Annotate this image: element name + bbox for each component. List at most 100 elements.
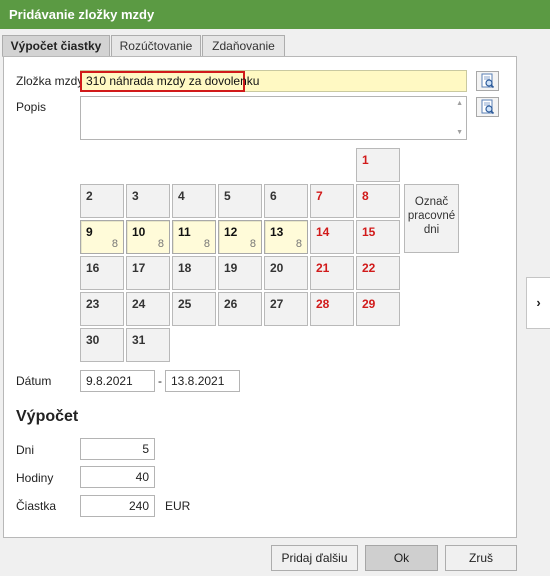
calendar-day-number: 28	[316, 297, 330, 311]
tab-vypocet-ciastky[interactable]: Výpočet čiastky	[2, 35, 110, 57]
calendar-day[interactable]: 15	[356, 220, 400, 254]
calendar-day-number: 31	[132, 333, 146, 347]
calendar-day[interactable]: 24	[126, 292, 170, 326]
calendar-day-number: 16	[86, 261, 100, 275]
calendar-day[interactable]: 2	[80, 184, 124, 218]
calendar-day-number: 2	[86, 189, 93, 203]
mark-workdays-button[interactable]: Označ pracovné dni	[404, 184, 459, 253]
calendar-day-number: 5	[224, 189, 231, 203]
ciastka-label: Čiastka	[16, 499, 57, 513]
date-separator: -	[158, 374, 162, 388]
calendar-day-number: 11	[178, 225, 191, 239]
calendar-day-hours: 8	[203, 238, 210, 250]
calendar-day[interactable]: 7	[310, 184, 354, 218]
calendar-day-number: 17	[132, 261, 146, 275]
hodiny-label: Hodiny	[16, 471, 54, 485]
calendar-day[interactable]: 12 8	[218, 220, 262, 254]
tab-rozuctovanie[interactable]: Rozúčtovanie	[111, 35, 201, 57]
calendar-day[interactable]: 14	[310, 220, 354, 254]
calendar-day[interactable]: 5	[218, 184, 262, 218]
calendar-day-number: 14	[316, 225, 330, 239]
popis-label: Popis	[16, 100, 47, 114]
popis-lookup-button[interactable]	[476, 97, 499, 117]
calendar-day[interactable]: 19	[218, 256, 262, 290]
calendar-day[interactable]: 18	[172, 256, 216, 290]
vypocet-heading: Výpočet	[16, 408, 79, 425]
calendar-day[interactable]: 16	[80, 256, 124, 290]
dni-field[interactable]: 5	[80, 438, 155, 460]
calendar-day[interactable]: 1	[356, 148, 400, 182]
mark-workdays-line1: Označ	[414, 196, 449, 208]
calendar-day-number: 9	[86, 225, 93, 239]
calendar-day-number: 23	[86, 297, 100, 311]
calendar-day[interactable]: 13 8	[264, 220, 308, 254]
date-to-field[interactable]: 13.8.2021	[165, 370, 240, 392]
calendar-day[interactable]: 26	[218, 292, 262, 326]
scroll-up-icon[interactable]: ▲	[456, 100, 463, 107]
calendar-day-number: 6	[270, 189, 277, 203]
calendar-day[interactable]: 98	[80, 220, 124, 254]
zlozka-lookup-button[interactable]	[476, 71, 499, 91]
calendar-day-number: 1	[362, 153, 369, 167]
calendar-day-number: 22	[362, 261, 376, 275]
expand-side-button[interactable]: ›	[526, 277, 550, 329]
calendar-day-number: 15	[362, 225, 376, 239]
calendar-day[interactable]: 31	[126, 328, 170, 362]
calendar-day-hours: 8	[249, 238, 256, 250]
search-document-icon	[481, 99, 495, 115]
chevron-right-icon: ›	[536, 295, 541, 310]
ciastka-field[interactable]: 240	[80, 495, 155, 517]
calendar-day[interactable]: 4	[172, 184, 216, 218]
calendar-day[interactable]: 11 8	[172, 220, 216, 254]
zlozka-label: Zložka mzdy	[16, 74, 84, 88]
calendar-day-number: 21	[316, 261, 330, 275]
window-title: Pridávanie zložky mzdy	[0, 0, 550, 29]
calendar-day[interactable]: 8	[356, 184, 400, 218]
calendar-day[interactable]: 17	[126, 256, 170, 290]
calendar-day[interactable]: 28	[310, 292, 354, 326]
calendar-day-number: 24	[132, 297, 146, 311]
calendar-day-number: 3	[132, 189, 139, 203]
calendar-day[interactable]: 6	[264, 184, 308, 218]
calendar-day-number: 18	[178, 261, 192, 275]
calendar-day-number: 4	[178, 189, 185, 203]
mark-workdays-line3: dni	[423, 224, 440, 236]
calendar-day-number: 8	[362, 189, 369, 203]
hodiny-field[interactable]: 40	[80, 466, 155, 488]
popis-textarea[interactable]: ▲ ▼	[80, 96, 467, 140]
calendar-day[interactable]: 3	[126, 184, 170, 218]
ok-button[interactable]: Ok	[365, 545, 438, 571]
calendar-day[interactable]: 25	[172, 292, 216, 326]
calendar-day-number: 12	[224, 225, 238, 239]
zlozka-value[interactable]: 310 náhrada mzdy za dovolenku	[80, 71, 259, 92]
dni-label: Dni	[16, 443, 35, 457]
mark-workdays-line2: pracovné	[407, 210, 456, 222]
calendar-day[interactable]: 23	[80, 292, 124, 326]
date-from-field[interactable]: 9.8.2021	[80, 370, 155, 392]
calendar-day-hours: 8	[295, 238, 302, 250]
scroll-down-icon[interactable]: ▼	[456, 129, 463, 136]
calendar-day[interactable]: 27	[264, 292, 308, 326]
calendar-day-number: 19	[224, 261, 238, 275]
search-document-icon	[481, 73, 495, 89]
calendar-day-number: 27	[270, 297, 284, 311]
calendar-day-hours: 8	[111, 238, 118, 250]
currency-label: EUR	[165, 499, 191, 513]
datum-label: Dátum	[16, 374, 52, 388]
calendar-day-number: 30	[86, 333, 100, 347]
calendar-day[interactable]: 10 8	[126, 220, 170, 254]
calendar-day-number: 13	[270, 225, 284, 239]
calendar-day-number: 7	[316, 189, 323, 203]
calendar-day[interactable]: 30	[80, 328, 124, 362]
cancel-button[interactable]: Zruš	[445, 545, 517, 571]
calendar-day[interactable]: 29	[356, 292, 400, 326]
tab-zdanovanie[interactable]: Zdaňovanie	[202, 35, 285, 57]
calendar-day[interactable]: 22	[356, 256, 400, 290]
calendar-day-number: 26	[224, 297, 238, 311]
add-next-button[interactable]: Pridaj ďalšiu	[271, 545, 358, 571]
calendar-day-number: 29	[362, 297, 376, 311]
calendar-day-hours: 8	[157, 238, 164, 250]
calendar-day[interactable]: 21	[310, 256, 354, 290]
calendar-day-number: 25	[178, 297, 192, 311]
calendar-day[interactable]: 20	[264, 256, 308, 290]
